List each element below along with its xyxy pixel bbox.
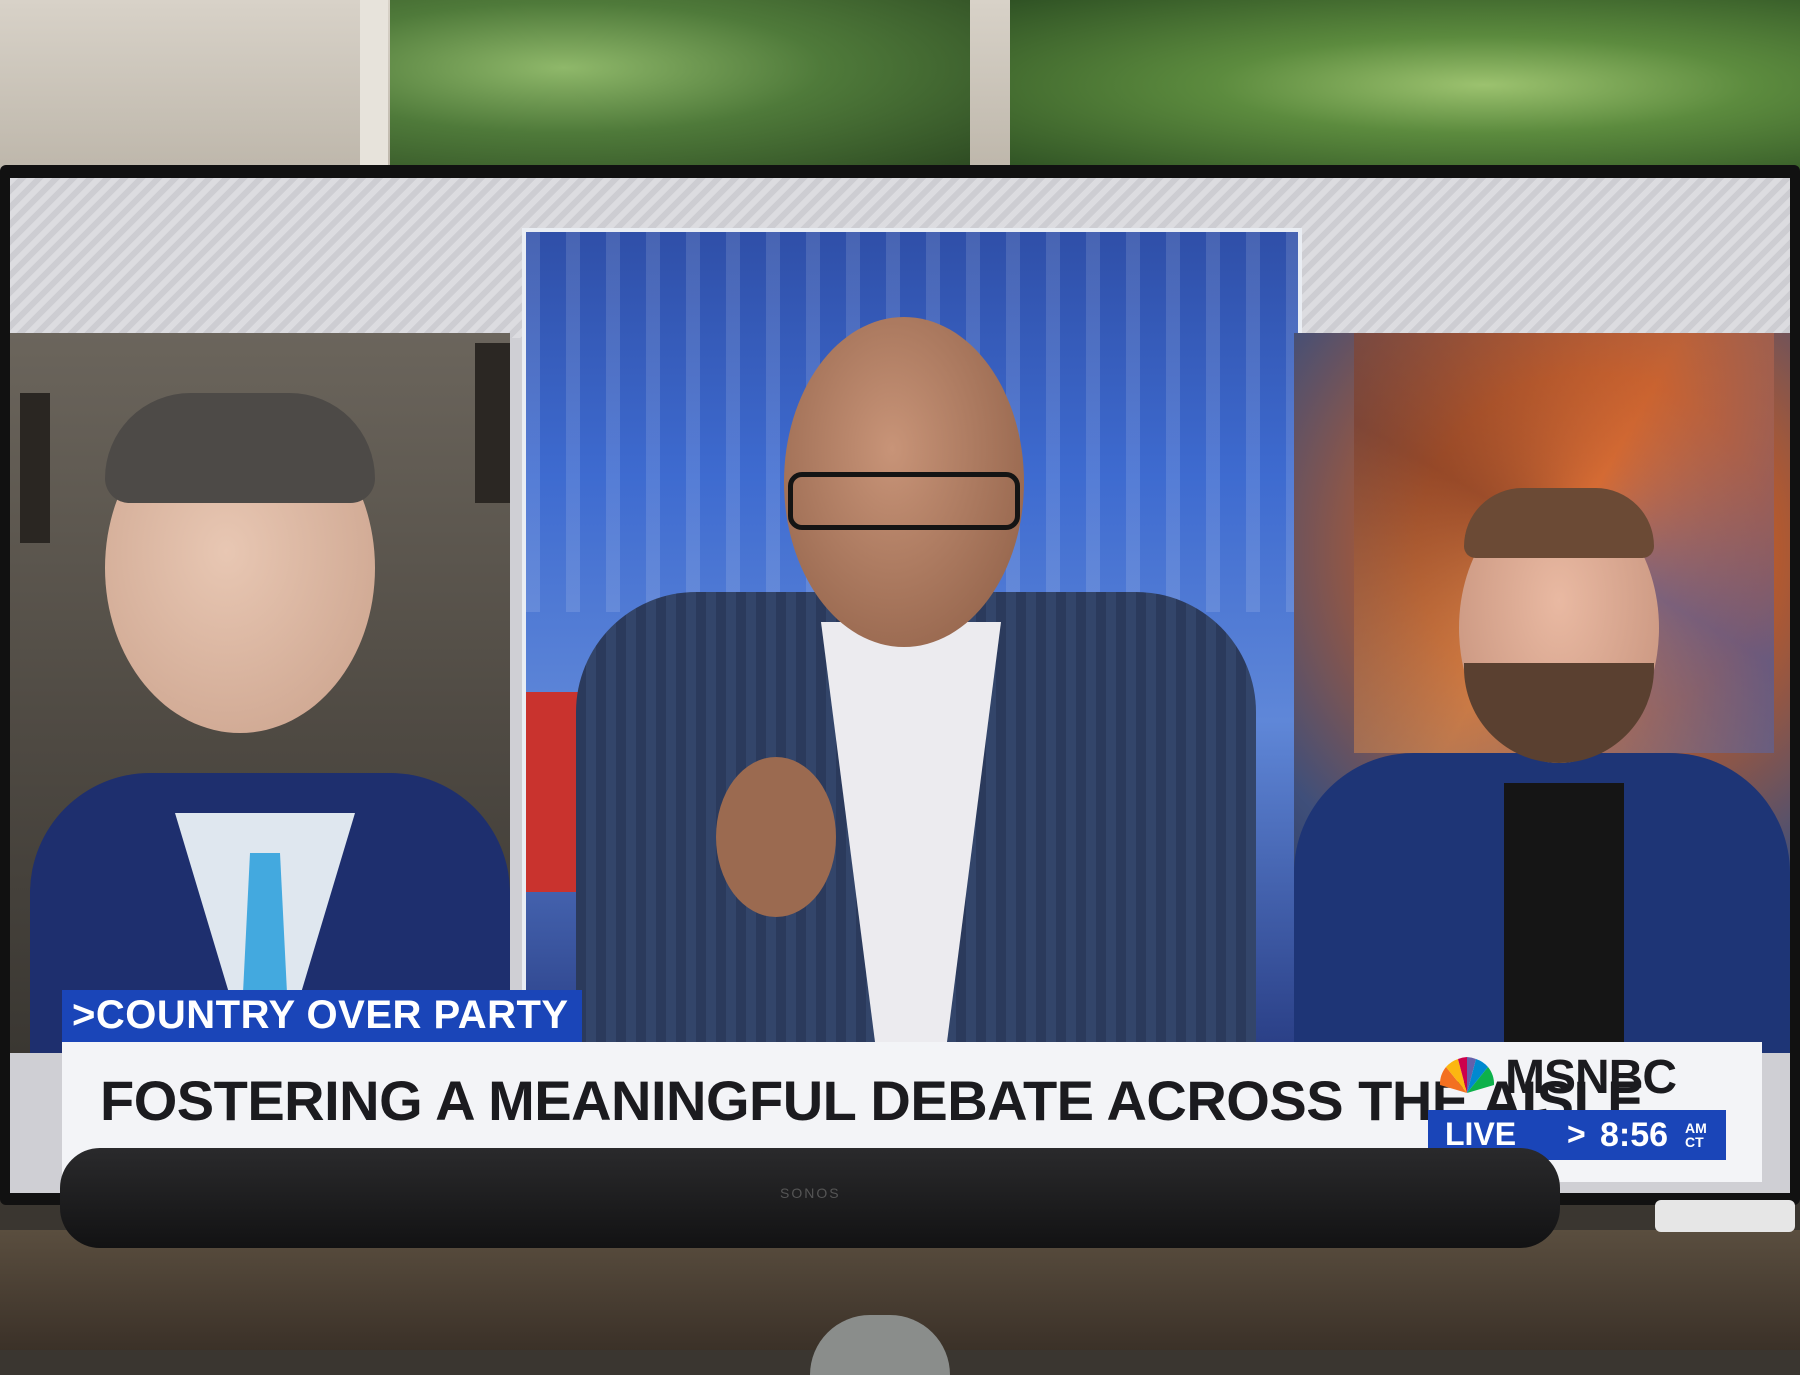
guest-left-video bbox=[10, 333, 510, 1053]
soundbar-brand: SONOS bbox=[780, 1185, 841, 1201]
live-arrow: > bbox=[1567, 1116, 1586, 1152]
guest-left-hair bbox=[105, 393, 375, 503]
streaming-device bbox=[1655, 1200, 1795, 1232]
host-video bbox=[522, 228, 1302, 1051]
time-zone-label: CT bbox=[1685, 1134, 1704, 1150]
host-hand bbox=[716, 757, 836, 917]
guest-right-hair bbox=[1464, 488, 1654, 558]
guest-right-video bbox=[1294, 333, 1790, 1053]
nbc-peacock-icon bbox=[1439, 1057, 1495, 1093]
guest-right-shirt bbox=[1504, 783, 1624, 1053]
headline-text: FOSTERING A MEANINGFUL DEBATE ACROSS THE… bbox=[100, 1069, 1645, 1132]
segment-tag: >COUNTRY OVER PARTY bbox=[72, 993, 569, 1037]
broadcast-time-suffix: AM CT bbox=[1685, 1121, 1707, 1149]
window-foliage-left bbox=[390, 0, 970, 170]
broadcast-time: 8:56 bbox=[1600, 1116, 1669, 1154]
window-foliage-right bbox=[1010, 0, 1800, 170]
am-pm-label: AM bbox=[1685, 1120, 1707, 1136]
host-glasses bbox=[788, 472, 1020, 530]
network-logo: MSNBC bbox=[1505, 1051, 1677, 1104]
wall-picture-frame bbox=[20, 393, 50, 543]
window-frame bbox=[360, 0, 388, 170]
wall-picture-frame bbox=[475, 343, 510, 503]
